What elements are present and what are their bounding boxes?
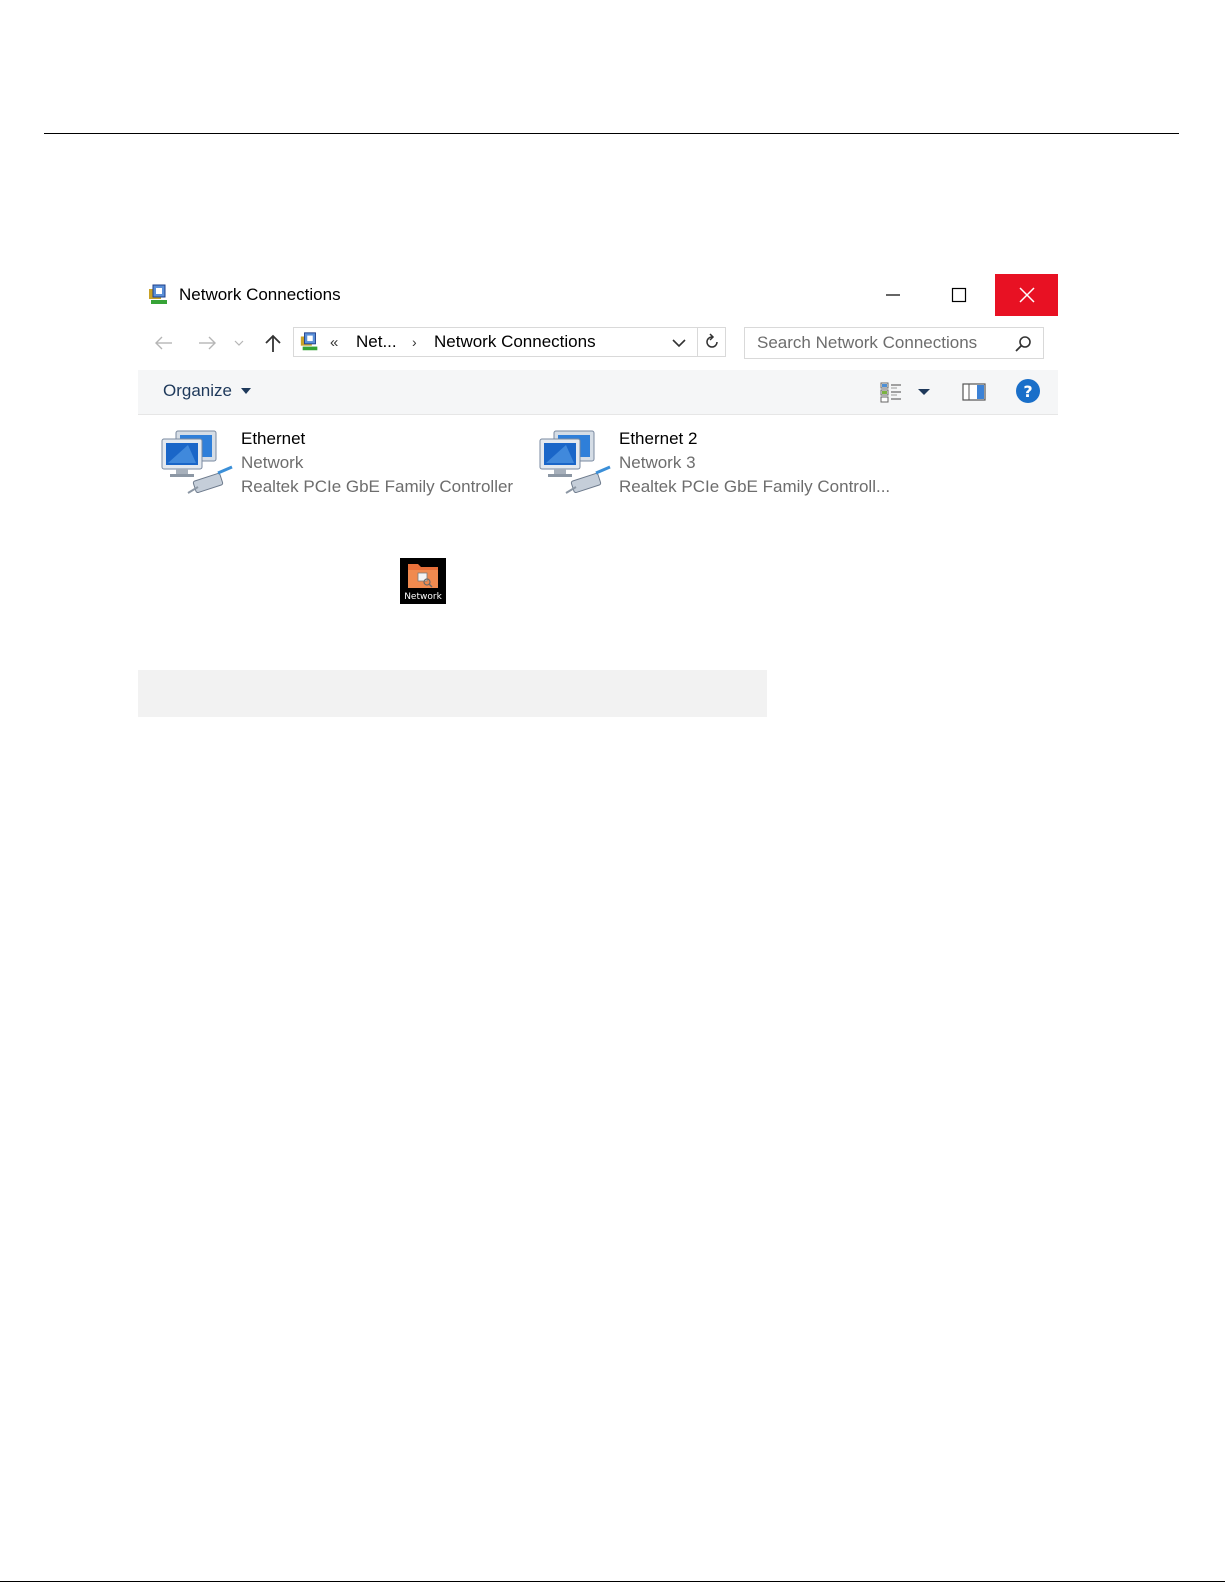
view-options-dropdown-icon[interactable]: [917, 387, 931, 397]
connection-item-ethernet[interactable]: Ethernet Network Realtek PCIe GbE Family…: [158, 424, 518, 504]
address-bar[interactable]: « Net... › Network Connections: [293, 327, 726, 357]
preview-pane-icon[interactable]: [961, 380, 987, 404]
title-bar[interactable]: Network Connections: [138, 274, 1058, 316]
refresh-button[interactable]: [697, 328, 726, 356]
connection-item-ethernet-2[interactable]: Ethernet 2 Network 3 Realtek PCIe GbE Fa…: [536, 424, 896, 504]
top-divider: [44, 133, 1179, 134]
status-bar: [138, 670, 767, 717]
command-bar: Organize ?: [138, 370, 1058, 415]
maximize-icon: [951, 287, 967, 303]
connection-name: Ethernet 2: [619, 429, 698, 448]
navigation-bar: « Net... › Network Connections Search Ne…: [138, 324, 1058, 360]
network-adapter-icon: [161, 430, 233, 494]
close-icon: [1018, 287, 1035, 303]
network-connections-icon: [300, 332, 318, 351]
refresh-icon: [706, 333, 718, 348]
connection-name: Ethernet: [241, 429, 306, 448]
change-view-icon[interactable]: [879, 380, 905, 404]
connection-network: Network: [241, 453, 304, 472]
network-connections-icon: [149, 284, 167, 304]
breadcrumb-network-connections[interactable]: Network Connections: [434, 332, 596, 352]
address-dropdown-icon[interactable]: [670, 335, 688, 351]
forward-button[interactable]: [194, 330, 220, 356]
connection-device: Realtek PCIe GbE Family Controll...: [619, 477, 891, 496]
network-folder-label: Network: [404, 592, 442, 602]
breadcrumb-network[interactable]: Net...: [356, 332, 397, 352]
forward-arrow-icon: [199, 336, 216, 350]
search-box[interactable]: Search Network Connections: [744, 327, 1044, 359]
back-arrow-icon: [155, 336, 172, 350]
maximize-button[interactable]: [927, 274, 991, 316]
chevron-down-icon: [240, 388, 251, 394]
up-button[interactable]: [260, 330, 286, 356]
network-adapter-icon: [539, 430, 611, 494]
back-button[interactable]: [151, 330, 177, 356]
organize-button[interactable]: Organize: [163, 381, 252, 401]
bottom-divider: [0, 1581, 1225, 1582]
minimize-icon: [886, 294, 900, 296]
connection-network: Network 3: [619, 453, 696, 472]
svg-text:?: ?: [1023, 382, 1032, 401]
breadcrumb-overflow[interactable]: «: [330, 334, 338, 351]
network-folder-logo: Network: [400, 558, 446, 604]
network-folder-icon: [408, 564, 438, 588]
window-title: Network Connections: [179, 285, 341, 304]
search-placeholder[interactable]: Search Network Connections: [757, 333, 977, 353]
minimize-button[interactable]: [861, 274, 925, 316]
close-button[interactable]: [995, 274, 1058, 316]
organize-label: Organize: [163, 381, 232, 400]
help-icon[interactable]: ?: [1015, 378, 1041, 404]
network-connections-window: Network Connections « Net... › Network C…: [138, 274, 1058, 719]
up-arrow-icon: [265, 334, 281, 352]
breadcrumb-separator[interactable]: ›: [412, 334, 417, 350]
connection-device: Realtek PCIe GbE Family Controller: [241, 477, 514, 496]
recent-locations-button[interactable]: [230, 330, 248, 356]
search-icon[interactable]: [1013, 334, 1033, 354]
chevron-down-icon: [234, 340, 244, 346]
